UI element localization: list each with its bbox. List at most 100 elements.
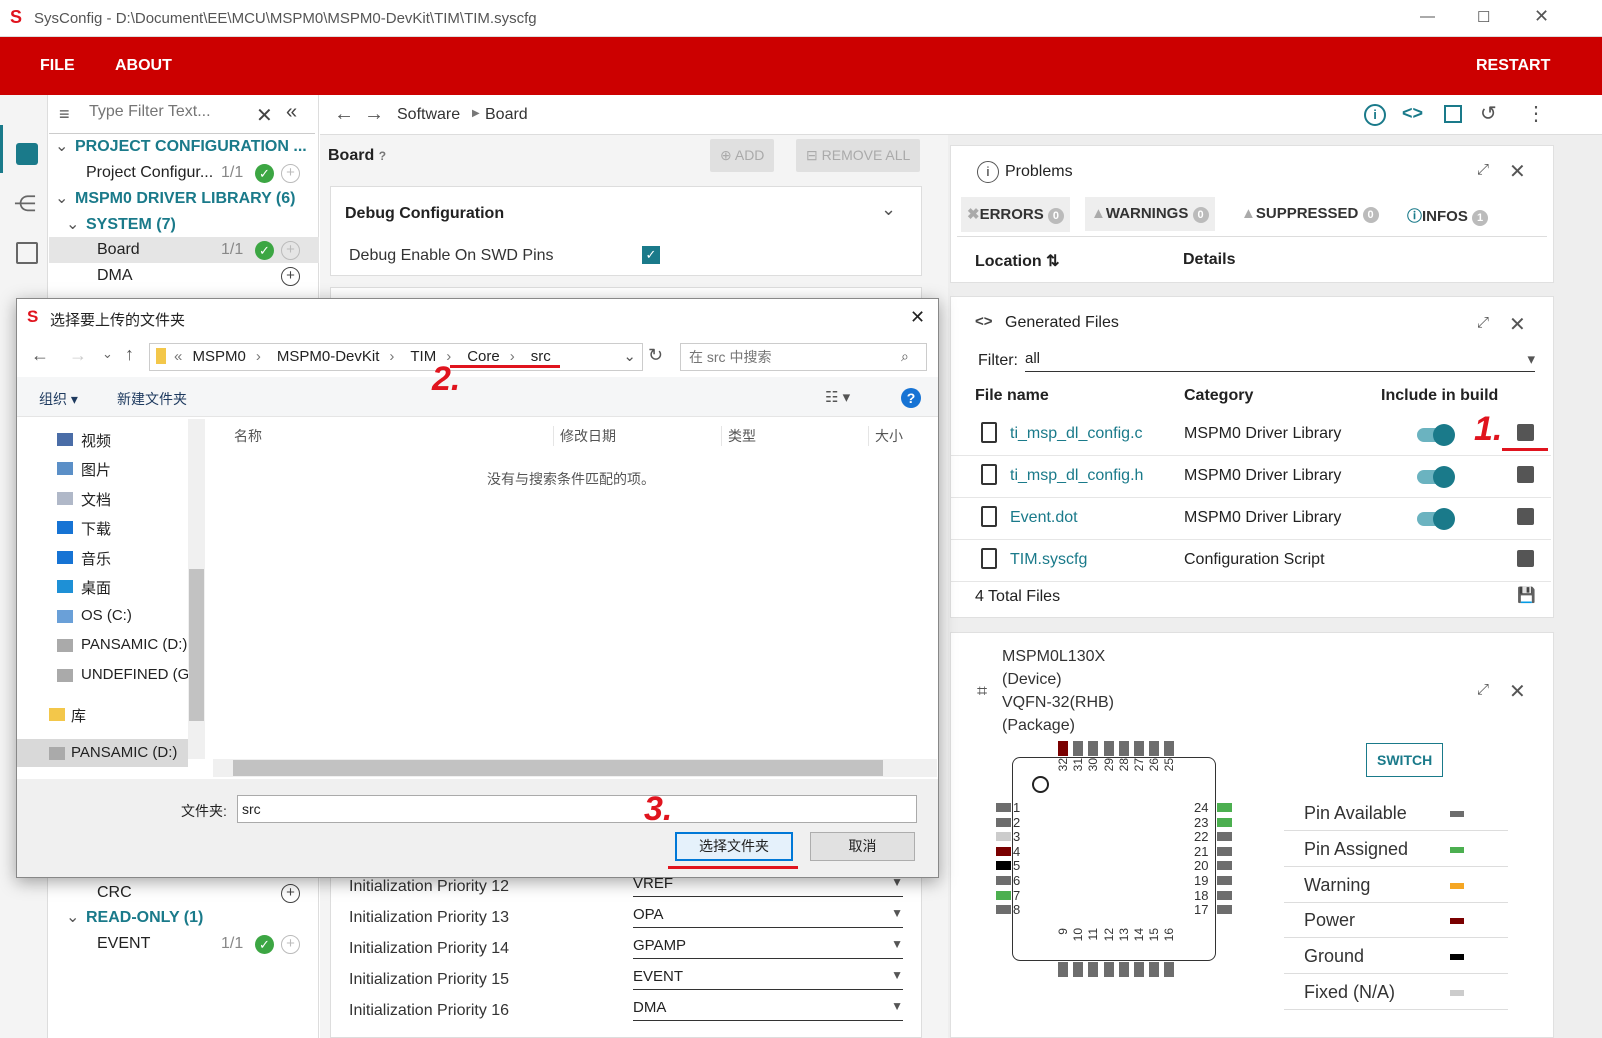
- pin-25[interactable]: [1164, 741, 1175, 756]
- close-panel-icon[interactable]: ✕: [1509, 159, 1526, 184]
- tree-item-board[interactable]: Board 1/1 ✓ +: [49, 237, 319, 263]
- chevron-down-icon[interactable]: ⌄: [881, 199, 896, 220]
- tab-suppressed[interactable]: ▲SUPPRESSED 0: [1235, 197, 1385, 231]
- tree-item-project-config[interactable]: Project Configur... 1/1 ✓ +: [49, 160, 319, 186]
- search-input[interactable]: [680, 343, 927, 371]
- file-link[interactable]: TIM.syscfg: [1010, 551, 1087, 569]
- pin-11[interactable]: [1088, 962, 1099, 977]
- calculator-icon[interactable]: [16, 242, 38, 264]
- switch-button[interactable]: SWITCH: [1366, 743, 1444, 777]
- pin-26[interactable]: [1149, 741, 1160, 756]
- restart-button[interactable]: RESTART: [1476, 57, 1550, 75]
- nav-item[interactable]: PANSAMIC (D:): [17, 739, 188, 767]
- filter-select[interactable]: all ▾: [1025, 350, 1535, 372]
- pin-13[interactable]: [1118, 962, 1129, 977]
- back-icon[interactable]: ←: [334, 103, 354, 126]
- menu-file[interactable]: FILE: [40, 57, 75, 75]
- pin-24[interactable]: [1217, 803, 1232, 812]
- close-dialog-button[interactable]: ✕: [910, 307, 925, 328]
- help-icon[interactable]: ?: [901, 388, 921, 408]
- pin-21[interactable]: [1217, 846, 1232, 856]
- add-icon[interactable]: +: [281, 164, 300, 183]
- pin-22[interactable]: [1217, 832, 1232, 842]
- priority-select[interactable]: GPAMP ▼: [633, 937, 903, 959]
- pin-1[interactable]: [996, 803, 1011, 812]
- save-icon[interactable]: [1517, 424, 1534, 441]
- pin-7[interactable]: [996, 890, 1011, 900]
- nav-scrollbar[interactable]: [188, 419, 205, 759]
- pin-10[interactable]: [1073, 962, 1084, 977]
- pin-12[interactable]: [1103, 962, 1114, 977]
- pin-23[interactable]: [1217, 817, 1232, 827]
- path-segment[interactable]: MSPM0: [193, 348, 246, 365]
- tab-infos[interactable]: ⓘINFOS 1: [1401, 197, 1494, 234]
- pin-17[interactable]: [1217, 905, 1232, 915]
- select-folder-button[interactable]: 选择文件夹: [675, 832, 793, 861]
- tree-item-event[interactable]: EVENT 1/1 ✓ +: [49, 931, 319, 957]
- priority-select[interactable]: OPA ▼: [633, 906, 903, 928]
- file-link[interactable]: ti_msp_dl_config.c: [1010, 425, 1143, 443]
- pin-4[interactable]: [996, 846, 1011, 856]
- view-options-icon[interactable]: ☷ ▾: [825, 388, 850, 406]
- save-all-icon[interactable]: 💾: [1517, 586, 1536, 604]
- pin-2[interactable]: [996, 817, 1011, 827]
- dependency-graph-icon[interactable]: ⋲: [14, 191, 36, 217]
- include-toggle[interactable]: [1417, 466, 1455, 488]
- tree-group-system[interactable]: ⌄ SYSTEM (7): [49, 212, 319, 238]
- path-segment[interactable]: Core: [467, 348, 500, 365]
- nav-item[interactable]: 视频: [17, 425, 188, 453]
- back-icon[interactable]: ←: [31, 345, 49, 366]
- pin-14[interactable]: [1134, 962, 1144, 977]
- pin-20[interactable]: [1217, 861, 1232, 871]
- pin-29[interactable]: [1103, 741, 1114, 756]
- close-window-button[interactable]: ✕: [1534, 6, 1549, 27]
- debug-enable-checkbox[interactable]: ✓: [642, 246, 660, 264]
- tab-errors[interactable]: ✖ERRORS 0: [961, 197, 1070, 232]
- config-view-icon[interactable]: [16, 143, 38, 165]
- file-link[interactable]: ti_msp_dl_config.h: [1010, 467, 1143, 485]
- chip-icon[interactable]: [1444, 105, 1462, 123]
- path-segment[interactable]: src: [531, 348, 551, 365]
- save-icon[interactable]: [1517, 466, 1534, 483]
- collapse-sidebar-icon[interactable]: «: [286, 101, 297, 124]
- add-icon[interactable]: +: [281, 267, 300, 286]
- pin-19[interactable]: [1217, 876, 1232, 885]
- include-toggle[interactable]: [1417, 508, 1455, 530]
- nav-item[interactable]: UNDEFINED (G:: [17, 661, 194, 689]
- expand-icon[interactable]: ⤢: [1477, 314, 1489, 331]
- priority-select[interactable]: VREF ▼: [633, 875, 903, 897]
- nav-item[interactable]: 下载: [17, 513, 188, 541]
- tree-group-driver-library[interactable]: ⌄ MSPM0 DRIVER LIBRARY (6): [49, 186, 319, 212]
- code-icon[interactable]: <>: [1402, 103, 1423, 124]
- add-button[interactable]: ⊕ ADD: [710, 139, 775, 172]
- tab-warnings[interactable]: ▲WARNINGS 0: [1085, 197, 1215, 231]
- pin-28[interactable]: [1118, 741, 1129, 756]
- pin-31[interactable]: [1073, 741, 1084, 756]
- pin-27[interactable]: [1134, 741, 1144, 756]
- nav-item[interactable]: PANSAMIC (D:): [17, 631, 188, 659]
- nav-item[interactable]: OS (C:): [17, 602, 188, 630]
- address-bar[interactable]: « MSPM0 › MSPM0-DevKit › TIM › Core › src ⌄: [149, 343, 643, 371]
- pin-15[interactable]: [1149, 962, 1160, 977]
- location-column[interactable]: Location ⇅: [975, 251, 1060, 271]
- save-icon[interactable]: [1517, 550, 1534, 567]
- close-panel-icon[interactable]: ✕: [1509, 679, 1526, 704]
- add-icon[interactable]: +: [281, 935, 300, 954]
- expand-icon[interactable]: ⤢: [1477, 161, 1489, 178]
- up-icon[interactable]: ↑: [125, 344, 134, 365]
- tree-item-dma[interactable]: DMA +: [49, 263, 319, 289]
- recent-dropdown-icon[interactable]: ⌄: [102, 346, 113, 362]
- save-icon[interactable]: [1517, 508, 1534, 525]
- tree-group-read-only[interactable]: ⌄ READ-ONLY (1): [49, 905, 319, 931]
- filter-input[interactable]: [89, 103, 249, 121]
- folder-name-input[interactable]: src: [237, 795, 917, 823]
- pin-3[interactable]: [996, 832, 1011, 842]
- pin-6[interactable]: [996, 876, 1011, 885]
- refresh-icon[interactable]: ↻: [648, 345, 663, 366]
- pin-8[interactable]: [996, 905, 1011, 915]
- breadcrumb-software[interactable]: Software: [397, 106, 460, 124]
- info-icon[interactable]: i: [1364, 104, 1386, 126]
- forward-icon[interactable]: →: [69, 345, 87, 366]
- tree-group-project-config[interactable]: ⌄ PROJECT CONFIGURATION ...: [49, 134, 319, 160]
- nav-item[interactable]: 库: [17, 700, 188, 728]
